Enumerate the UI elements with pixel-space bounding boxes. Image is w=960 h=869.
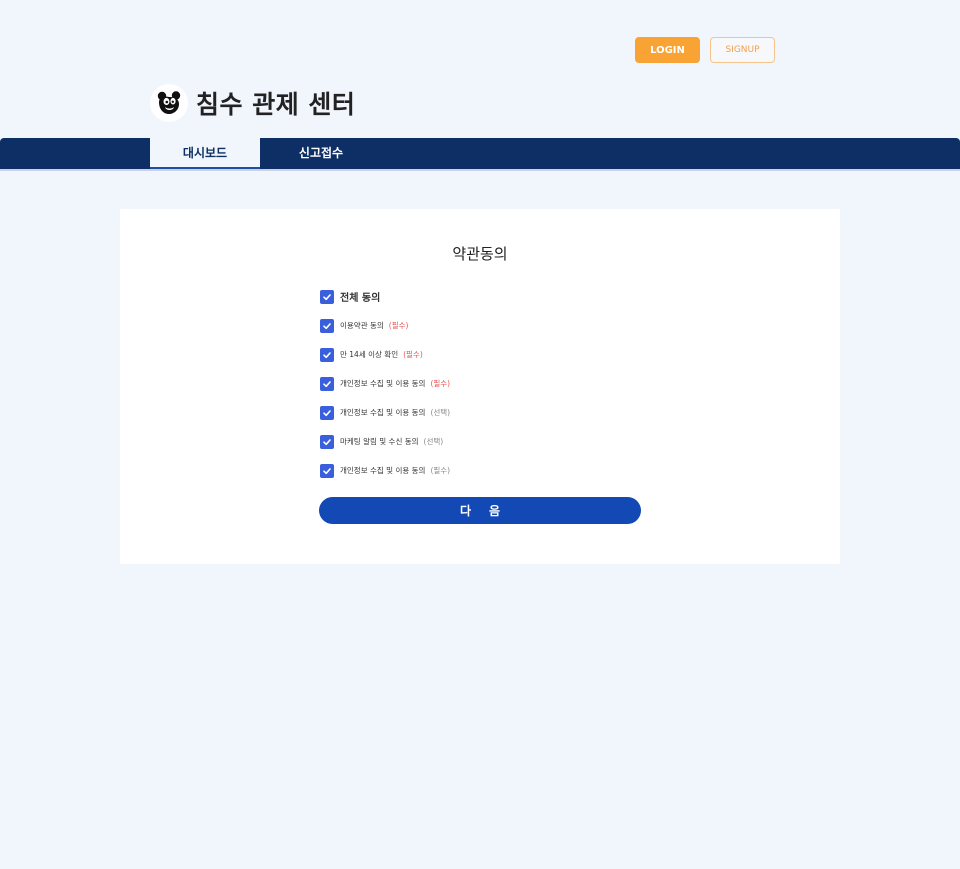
- term-label: 마케팅 알림 및 수신 동의: [340, 437, 419, 446]
- term-label: 개인정보 수집 및 이용 동의: [340, 466, 426, 475]
- agree-all-label: 전체 동의: [340, 293, 381, 304]
- optional-tag: (선택): [430, 408, 451, 417]
- term-label: 개인정보 수집 및 이용 동의: [340, 379, 426, 388]
- terms-card: 약관동의 전체 동의 이용약관 동의 (필수) 만 14세 이상 확인 (필수): [120, 209, 840, 564]
- check-icon: [323, 351, 331, 358]
- term-label: 이용약관 동의: [340, 321, 384, 330]
- login-button[interactable]: LOGIN: [635, 37, 700, 63]
- signup-button[interactable]: SIGNUP: [710, 37, 775, 63]
- term-label: 만 14세 이상 확인: [340, 350, 399, 359]
- next-button[interactable]: 다음: [319, 497, 641, 524]
- page-title: 약관동의: [452, 245, 508, 263]
- term-row-age-confirm[interactable]: 만 14세 이상 확인 (필수): [320, 340, 450, 369]
- term-row-privacy-required[interactable]: 개인정보 수집 및 이용 동의 (필수): [320, 369, 450, 398]
- term-checkbox[interactable]: [320, 434, 334, 449]
- brand[interactable]: 침수 관제 센터: [150, 84, 355, 122]
- terms-checklist: 전체 동의 이용약관 동의 (필수) 만 14세 이상 확인 (필수) 개인정보…: [320, 282, 450, 485]
- check-icon: [323, 322, 331, 329]
- check-icon: [323, 438, 331, 445]
- check-icon: [323, 467, 331, 474]
- optional-tag: (선택): [423, 437, 444, 446]
- tab-dashboard[interactable]: 대시보드: [150, 138, 260, 169]
- auth-buttons: LOGIN SIGNUP: [635, 37, 775, 63]
- check-icon: [323, 409, 331, 416]
- required-tag: (필수): [430, 379, 451, 388]
- main-nav: 대시보드 신고접수: [0, 138, 960, 171]
- check-icon: [323, 293, 331, 300]
- required-tag: (필수): [430, 466, 451, 475]
- panda-logo-icon: [150, 84, 188, 122]
- site-title: 침수 관제 센터: [196, 90, 356, 119]
- tab-report[interactable]: 신고접수: [260, 138, 382, 169]
- term-checkbox[interactable]: [320, 347, 334, 362]
- term-label: 개인정보 수집 및 이용 동의: [340, 408, 426, 417]
- term-checkbox[interactable]: [320, 376, 334, 391]
- required-tag: (필수): [403, 350, 423, 359]
- agree-all-checkbox[interactable]: [320, 289, 334, 304]
- required-tag: (필수): [388, 321, 409, 330]
- term-row-privacy-required-2[interactable]: 개인정보 수집 및 이용 동의 (필수): [320, 456, 450, 485]
- term-checkbox[interactable]: [320, 463, 334, 478]
- term-checkbox[interactable]: [320, 318, 334, 333]
- agree-all-row[interactable]: 전체 동의: [320, 282, 450, 311]
- term-row-privacy-optional[interactable]: 개인정보 수집 및 이용 동의 (선택): [320, 398, 450, 427]
- term-checkbox[interactable]: [320, 405, 334, 420]
- check-icon: [323, 380, 331, 387]
- term-row-marketing[interactable]: 마케팅 알림 및 수신 동의 (선택): [320, 427, 450, 456]
- term-row-terms-of-use[interactable]: 이용약관 동의 (필수): [320, 311, 450, 340]
